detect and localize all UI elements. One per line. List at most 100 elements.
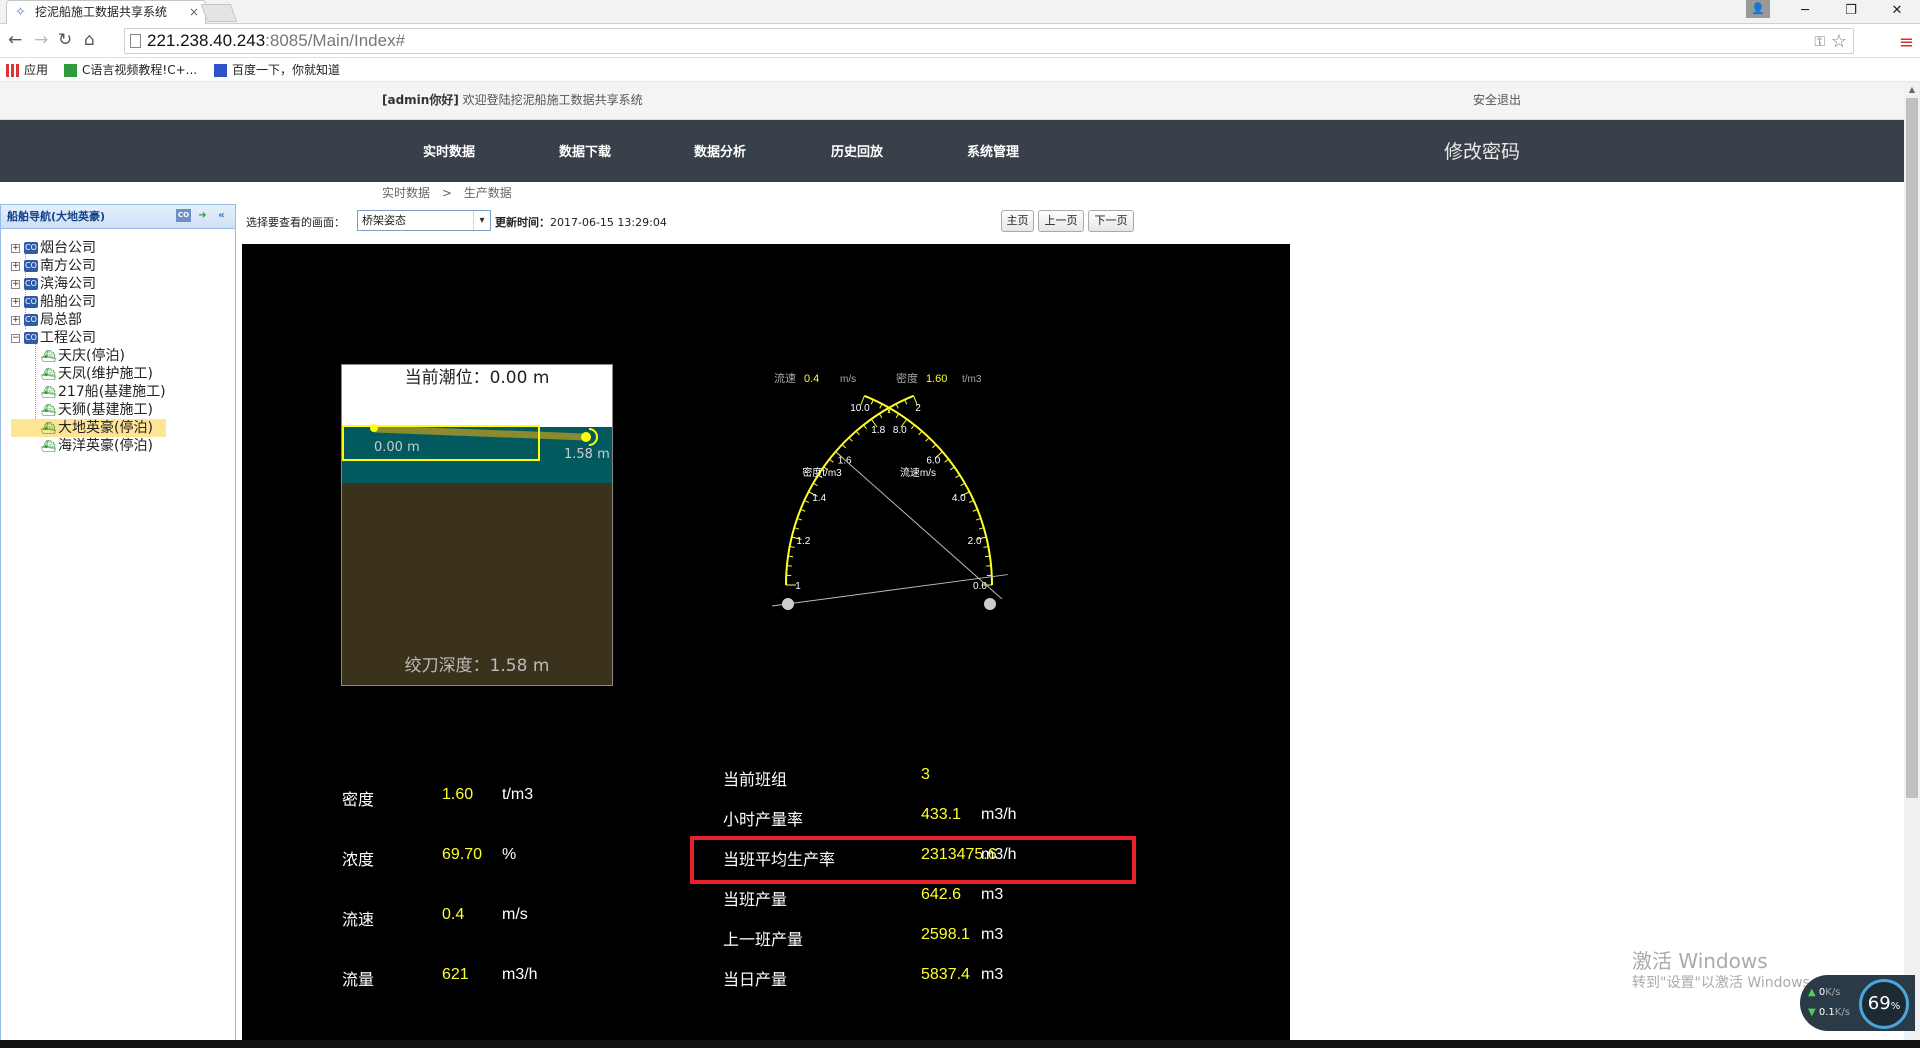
browser-menu-icon[interactable]: ≡ bbox=[1899, 32, 1914, 53]
scroll-thumb[interactable] bbox=[1906, 98, 1918, 798]
density-tick bbox=[812, 482, 818, 487]
view-select[interactable]: 桥架姿态 ▾ bbox=[357, 210, 491, 231]
collapse-icon[interactable]: − bbox=[11, 333, 20, 343]
nav-realtime-data[interactable]: 实时数据 bbox=[423, 141, 475, 160]
density-tick bbox=[796, 517, 803, 521]
key-icon[interactable]: ⚿ bbox=[1814, 29, 1825, 53]
home-icon[interactable]: ⌂ bbox=[84, 30, 95, 50]
browser-toolbar: ← → ↻ ⌂ 221.238.40.243:8085/Main/Index# … bbox=[0, 24, 1920, 58]
stat-label: 当前班组 bbox=[723, 770, 788, 789]
nav-data-download[interactable]: 数据下载 bbox=[559, 141, 611, 160]
refresh-arrow-icon[interactable]: ➜ bbox=[195, 209, 210, 222]
production-data-panel: 当前潮位：0.00 m 0.00 m 1.58 m 绞刀深度：1.58 m 流速… bbox=[242, 244, 1290, 1048]
update-time-label: 更新时间： bbox=[495, 216, 550, 229]
address-bar[interactable]: 221.238.40.243:8085/Main/Index# ⚿ ☆ bbox=[124, 28, 1854, 54]
tree-company-node[interactable]: + CO 烟台公司 bbox=[11, 239, 166, 257]
flow-tick bbox=[879, 403, 883, 409]
close-tab-icon[interactable]: × bbox=[189, 1, 199, 23]
page-scrollbar[interactable]: ▲ bbox=[1904, 82, 1920, 1048]
ship-navigation-panel: 船舶导航(大地英豪) CO ➜ « + CO 烟台公司 + CO 南方公司 + CO 滨海公司 +… bbox=[0, 204, 236, 1048]
expand-icon[interactable]: + bbox=[11, 279, 20, 289]
breadcrumb-root[interactable]: 实时数据 bbox=[382, 186, 430, 200]
density-tick bbox=[895, 403, 899, 409]
flow-unit: m/s bbox=[840, 374, 856, 385]
company-icon: CO bbox=[24, 314, 38, 326]
back-icon[interactable]: ← bbox=[8, 30, 22, 50]
expand-icon[interactable]: + bbox=[11, 261, 20, 271]
flow-tick bbox=[955, 474, 961, 479]
tree-ship-node[interactable]: ⛴ 天凤(维护施工) bbox=[11, 365, 166, 383]
home-page-button[interactable]: 主页 bbox=[1001, 210, 1034, 232]
tree-ship-node[interactable]: ⛴ 217船(基建施工) bbox=[11, 383, 166, 401]
tree-ship-node[interactable]: ⛴ 天庆(停泊) bbox=[11, 347, 166, 365]
prev-page-button[interactable]: 上一页 bbox=[1038, 210, 1084, 232]
stat-label: 当日产量 bbox=[723, 970, 788, 989]
stat-unit: m3/h bbox=[981, 846, 1017, 863]
ship-label: 海洋英豪(停泊) bbox=[58, 438, 153, 454]
profile-icon[interactable]: 👤 bbox=[1746, 0, 1770, 18]
sidebar-header: 船舶导航(大地英豪) CO ➜ « bbox=[1, 205, 235, 229]
window-close-icon[interactable]: ✕ bbox=[1874, 0, 1920, 24]
stat-unit: m3 bbox=[981, 886, 1004, 903]
tree-ship-node[interactable]: ⛴ 大地英豪(停泊) bbox=[11, 419, 166, 437]
density-tick bbox=[855, 430, 860, 436]
scroll-up-icon[interactable]: ▲ bbox=[1904, 82, 1920, 98]
logout-link[interactable]: 安全退出 bbox=[1473, 91, 1521, 108]
flow-needle-pivot bbox=[782, 598, 794, 610]
company-icon: CO bbox=[24, 296, 38, 308]
tree-ship-node[interactable]: ⛴ 天狮(基建施工) bbox=[11, 401, 166, 419]
nav-system-management[interactable]: 系统管理 bbox=[967, 141, 1019, 160]
density-tick-label: 1.4 bbox=[812, 493, 826, 504]
change-password-link[interactable]: 修改密码 bbox=[1444, 137, 1520, 164]
baidu-paw-icon bbox=[214, 63, 227, 77]
bookmark-c-course[interactable]: C语言视频教程!C+... bbox=[64, 58, 197, 82]
bookmark-star-icon[interactable]: ☆ bbox=[1831, 29, 1847, 53]
ship-icon: ⛴ bbox=[41, 402, 57, 417]
restore-icon[interactable]: ❐ bbox=[1828, 0, 1874, 24]
tree-company-node[interactable]: + CO 船舶公司 bbox=[11, 293, 166, 311]
density-tick bbox=[794, 527, 800, 530]
tree-company-node[interactable]: + CO 局总部 bbox=[11, 311, 166, 329]
expand-icon[interactable]: + bbox=[11, 297, 20, 307]
stat-unit: t/m3 bbox=[502, 786, 534, 803]
expand-icon[interactable]: + bbox=[11, 315, 20, 325]
company-filter-icon[interactable]: CO bbox=[176, 209, 191, 222]
bookmark-apps[interactable]: 应用 bbox=[6, 58, 48, 82]
ship-icon: ⛴ bbox=[41, 420, 57, 435]
collapse-panel-icon[interactable]: « bbox=[214, 209, 229, 222]
browser-tab[interactable]: ✧ 挖泥船施工数据共享系统 × bbox=[6, 0, 206, 24]
bookmark-baidu[interactable]: 百度一下，你就知道 bbox=[214, 58, 340, 82]
flow-tick bbox=[870, 399, 874, 405]
flow-tick bbox=[950, 466, 955, 471]
stat-value: 69.70 bbox=[442, 846, 483, 863]
density-tick bbox=[848, 437, 853, 442]
stat-label: 密度 bbox=[342, 790, 375, 809]
nav-data-analysis[interactable]: 数据分析 bbox=[694, 141, 746, 160]
stat-value: 0.4 bbox=[442, 906, 465, 923]
tree-company-node[interactable]: + CO 滨海公司 bbox=[11, 275, 166, 293]
bookmark-label: 百度一下，你就知道 bbox=[232, 63, 341, 77]
tree-company-node[interactable]: + CO 南方公司 bbox=[11, 257, 166, 275]
breadcrumb-current: 生产数据 bbox=[463, 186, 512, 200]
flow-tick-label: 0.0 bbox=[973, 581, 987, 592]
ship-label: 天凤(维护施工) bbox=[58, 366, 153, 382]
tree-ship-node[interactable]: ⛴ 海洋英豪(停泊) bbox=[11, 437, 166, 455]
tree-company-node[interactable]: − CO 工程公司 bbox=[11, 329, 166, 347]
forward-icon[interactable]: → bbox=[34, 30, 48, 50]
stat-value: 3 bbox=[921, 766, 930, 783]
reload-icon[interactable]: ↻ bbox=[58, 30, 72, 50]
next-page-button[interactable]: 下一页 bbox=[1088, 210, 1134, 232]
new-tab-button[interactable] bbox=[200, 4, 238, 22]
density-gauge-title: 密度t/m3 bbox=[802, 466, 842, 479]
app-topline: [admin你好] 欢迎登陆挖泥船施工数据共享系统 安全退出 bbox=[0, 82, 1904, 120]
bookmark-label: C语言视频教程!C+... bbox=[82, 63, 198, 77]
nav-history-playback[interactable]: 历史回放 bbox=[831, 141, 883, 160]
company-icon: CO bbox=[24, 242, 38, 254]
view-select-value: 桥架姿态 bbox=[362, 214, 406, 227]
ship-label: 天庆(停泊) bbox=[58, 348, 125, 364]
flow-tick bbox=[944, 458, 949, 463]
expand-icon[interactable]: + bbox=[11, 243, 20, 253]
ladder-highlight-box bbox=[342, 425, 540, 461]
minimize-icon[interactable]: ─ bbox=[1782, 0, 1828, 24]
density-unit: t/m3 bbox=[962, 374, 982, 385]
